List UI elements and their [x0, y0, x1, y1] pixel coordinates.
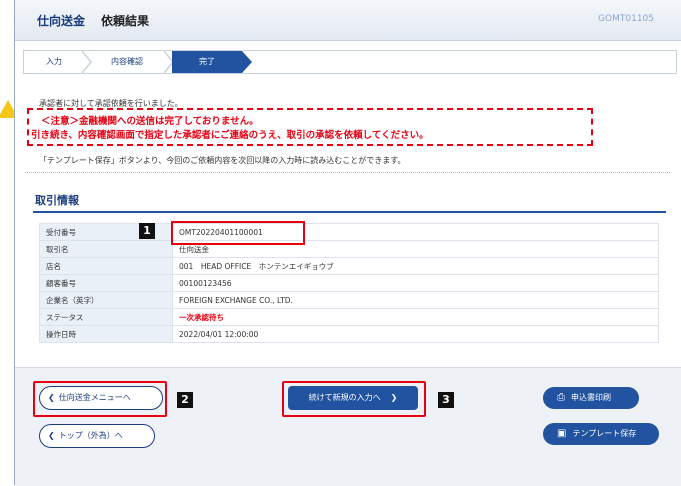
- warning-line-2: 引き続き、内容確認画面で指定した承認者にご連絡のうえ、取引の承認を依頼してくださ…: [31, 130, 429, 141]
- template-note: 「テンプレート保存」ボタンより、今回のご依頼内容を次回以降の入力時に読み込むこと…: [39, 156, 406, 165]
- row-value: 00100123456: [172, 274, 659, 292]
- callout-badge-3: 3: [438, 392, 454, 408]
- section-rule: [33, 211, 666, 213]
- step-divider-inner: [163, 51, 172, 73]
- step-input: 入力: [46, 57, 62, 66]
- row-label: 操作日時: [39, 325, 173, 343]
- warning-box: ＜注意＞金融機関への送信は完了しておりません。 引き続き、内容確認画面で指定した…: [27, 108, 593, 146]
- table-row: 顧客番号 00100123456: [39, 274, 659, 292]
- step-active-arrow: [242, 51, 252, 73]
- save-icon: ▣: [557, 428, 567, 439]
- page-title: 仕向送金: [37, 14, 86, 28]
- row-label: 顧客番号: [39, 274, 173, 292]
- top-foreign-exchange-label: トップ（外為）へ: [58, 431, 123, 440]
- page: 仕向送金 依頼結果 GOMT01105 入力 内容確認 完了 承認者に対して承認…: [14, 0, 681, 486]
- section-title: 取引情報: [35, 194, 79, 207]
- print-application-label: 申込書印刷: [571, 393, 611, 402]
- reference-number-highlight: [171, 221, 305, 245]
- table-row: 企業名（英字） FOREIGN EXCHANGE CO., LTD.: [39, 291, 659, 309]
- page-subtitle: 依頼結果: [101, 14, 150, 28]
- top-foreign-exchange-button[interactable]: ❮ トップ（外為）へ: [39, 424, 155, 448]
- callout-badge-1: 1: [139, 223, 155, 239]
- continue-new-input-button[interactable]: 続けて新規の入力へ ❯: [288, 386, 418, 410]
- table-row: 店名 001 HEAD OFFICE ホンテンエイギョウブ: [39, 257, 659, 275]
- step-confirm: 内容確認: [111, 57, 143, 66]
- template-save-button[interactable]: ▣ テンプレート保存: [543, 423, 659, 445]
- divider: [25, 172, 670, 173]
- row-value: FOREIGN EXCHANGE CO., LTD.: [172, 291, 659, 309]
- progress-steps: 入力 内容確認 完了: [23, 50, 677, 74]
- chevron-left-icon: ❮: [48, 393, 55, 402]
- row-label: 企業名（英字）: [39, 291, 173, 309]
- row-value: 001 HEAD OFFICE ホンテンエイギョウブ: [172, 257, 659, 275]
- warning-line-1: ＜注意＞金融機関への送信は完了しておりません。: [41, 116, 259, 127]
- continue-new-input-label: 続けて新規の入力へ: [308, 393, 381, 402]
- status-value: 一次承認待ち: [172, 308, 659, 326]
- remittance-menu-button[interactable]: ❮ 仕向送金メニューへ: [39, 386, 163, 410]
- row-label: 店名: [39, 257, 173, 275]
- table-row: 受付番号 OMT20220401100001: [39, 223, 659, 241]
- row-label: ステータス: [39, 308, 173, 326]
- transaction-info-table: 受付番号 OMT20220401100001 取引名 仕向送金 店名 001 HEAD…: [39, 223, 659, 343]
- row-label: 取引名: [39, 240, 173, 258]
- printer-icon: ⎙: [557, 392, 565, 403]
- page-header: 仕向送金 依頼結果 GOMT01105: [15, 0, 681, 41]
- chevron-left-icon: ❮: [48, 431, 55, 440]
- chevron-right-icon: ❯: [390, 393, 398, 402]
- table-row: 操作日時 2022/04/01 12:00:00: [39, 325, 659, 343]
- callout-badge-2: 2: [177, 392, 193, 408]
- table-row: 取引名 仕向送金: [39, 240, 659, 258]
- step-complete: 完了: [172, 51, 242, 73]
- template-save-label: テンプレート保存: [572, 429, 637, 438]
- remittance-menu-label: 仕向送金メニューへ: [58, 393, 131, 402]
- row-value: 2022/04/01 12:00:00: [172, 325, 659, 343]
- print-application-button[interactable]: ⎙ 申込書印刷: [543, 387, 639, 409]
- step-divider-inner: [81, 51, 90, 73]
- screen-id: GOMT01105: [598, 14, 654, 24]
- table-row: ステータス 一次承認待ち: [39, 308, 659, 326]
